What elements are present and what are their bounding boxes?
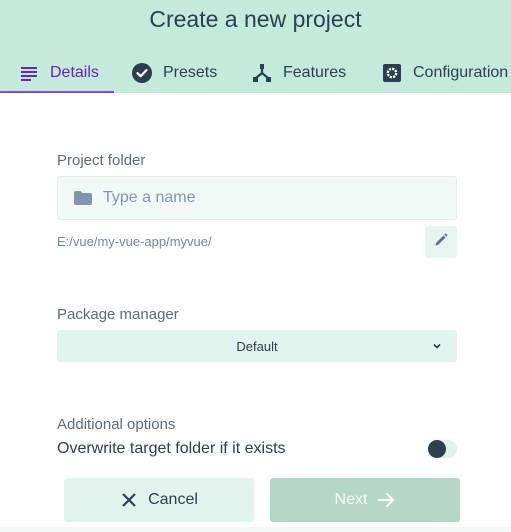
tab-label: Features (283, 63, 347, 81)
package-manager-select[interactable]: Default (57, 330, 457, 362)
tab-features[interactable]: Features (251, 52, 346, 93)
additional-options-label: Additional options (57, 416, 176, 433)
tab-label: Presets (163, 63, 218, 81)
settings-icon (381, 62, 403, 84)
arrow-right-icon (377, 491, 396, 509)
overwrite-option-label: Overwrite target folder if it exists (57, 440, 286, 457)
package-manager-value: Default (236, 338, 278, 354)
toggle-knob (428, 440, 446, 458)
tab-label: Details (50, 63, 99, 81)
list-icon (18, 62, 40, 84)
next-button[interactable]: Next (270, 478, 460, 522)
package-manager-label: Package manager (57, 306, 179, 323)
tab-label: Configuration (413, 63, 509, 81)
page-title: Create a new project (149, 6, 362, 32)
overwrite-toggle[interactable] (428, 439, 458, 459)
cancel-label: Cancel (148, 491, 198, 508)
cancel-button[interactable]: Cancel (64, 478, 254, 522)
project-folder-label: Project folder (57, 152, 146, 169)
tab-bar: Details Presets Features Configuration (0, 52, 511, 93)
folder-icon (74, 191, 92, 205)
project-name-input[interactable] (103, 189, 423, 207)
header: Create a new project Details Presets Fea… (0, 0, 511, 93)
tab-details[interactable]: Details (18, 52, 99, 93)
edit-path-button[interactable] (425, 226, 457, 258)
tab-presets[interactable]: Presets (131, 52, 217, 93)
next-label: Next (334, 491, 368, 508)
footer-divider (0, 527, 511, 532)
check-circle-icon (131, 62, 153, 84)
close-icon (120, 491, 138, 509)
active-tab-indicator (0, 91, 114, 93)
project-folder-field[interactable] (57, 176, 457, 220)
features-icon (251, 62, 273, 84)
project-path: E:/vue/my-vue-app/myvue/ (57, 234, 212, 249)
chevron-down-icon (431, 339, 443, 351)
pencil-icon (434, 233, 448, 252)
tab-configuration[interactable]: Configuration (381, 52, 508, 93)
